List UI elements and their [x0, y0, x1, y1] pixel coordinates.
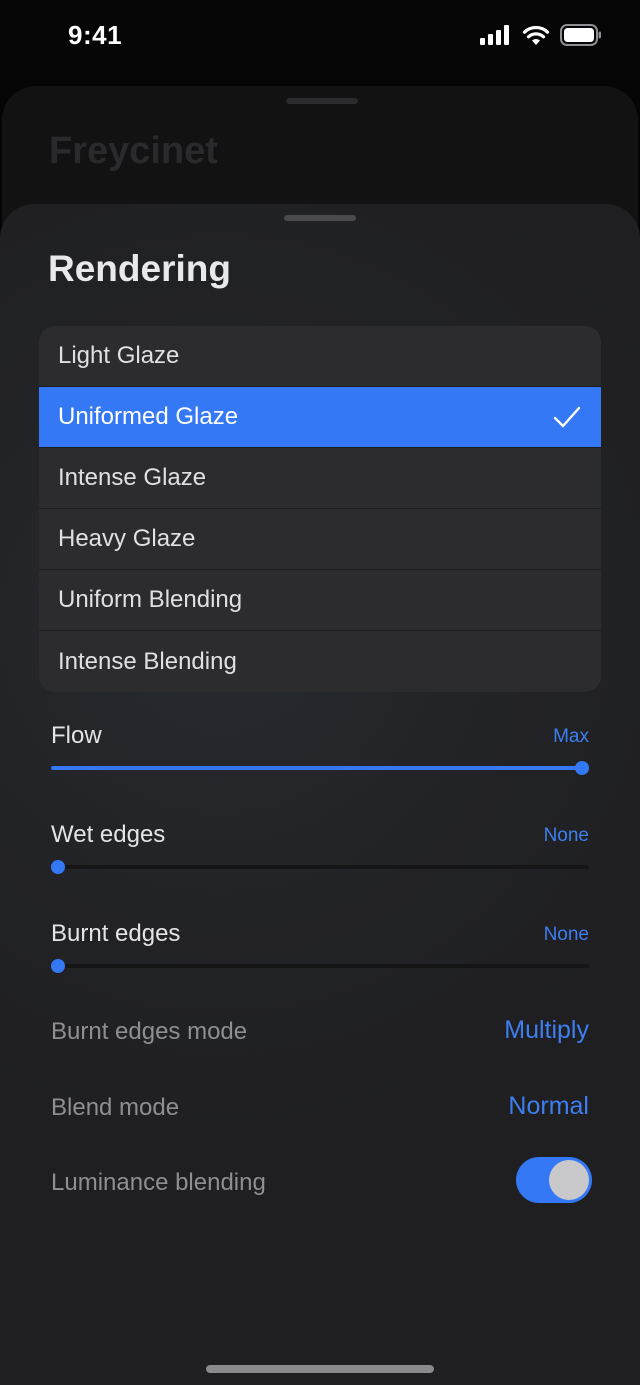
flow-slider-row: Flow Max — [51, 722, 589, 792]
wet-edges-value: None — [543, 825, 589, 846]
flow-slider[interactable] — [51, 761, 589, 775]
background-sheet-title: Freycinet — [49, 130, 218, 172]
option-label: Heavy Glaze — [58, 525, 196, 552]
flow-value: Max — [553, 726, 589, 747]
option-intense-blending[interactable]: Intense Blending — [39, 631, 601, 692]
wet-edges-label: Wet edges — [51, 821, 166, 848]
burnt-edges-mode-row[interactable]: Burnt edges mode Multiply — [51, 1014, 589, 1054]
burnt-edges-slider-row: Burnt edges None — [51, 920, 589, 990]
wet-edges-slider-thumb[interactable] — [51, 860, 65, 874]
luminance-blending-toggle[interactable] — [516, 1157, 592, 1203]
burnt-edges-label: Burnt edges — [51, 920, 181, 947]
flow-label: Flow — [51, 722, 102, 749]
option-light-glaze[interactable]: Light Glaze — [39, 326, 601, 387]
sheet-grabber[interactable] — [284, 215, 356, 221]
option-label: Uniformed Glaze — [58, 403, 239, 430]
burnt-edges-slider-thumb[interactable] — [51, 959, 65, 973]
flow-slider-fill — [51, 766, 582, 770]
blend-mode-row[interactable]: Blend mode Normal — [51, 1090, 589, 1130]
screen: 9:41 Freycinet Rendering Light Glaze Uni… — [0, 0, 640, 1385]
flow-slider-thumb[interactable] — [575, 761, 589, 775]
option-label: Intense Glaze — [58, 464, 207, 491]
status-time: 9:41 — [68, 20, 123, 50]
wet-edges-slider-row: Wet edges None — [51, 821, 589, 891]
wifi-icon — [522, 25, 550, 45]
sheet-title: Rendering — [48, 248, 231, 289]
home-indicator — [206, 1365, 434, 1373]
burnt-edges-value: None — [543, 924, 589, 945]
toggle-knob — [549, 1160, 589, 1200]
option-uniform-blending[interactable]: Uniform Blending — [39, 570, 601, 631]
rendering-options-list: Light Glaze Uniformed Glaze Intense Glaz… — [39, 326, 601, 692]
wet-edges-slider[interactable] — [51, 860, 589, 874]
option-label: Light Glaze — [58, 342, 180, 369]
option-intense-glaze[interactable]: Intense Glaze — [39, 448, 601, 509]
option-uniformed-glaze[interactable]: Uniformed Glaze — [39, 387, 601, 448]
burnt-edges-slider[interactable] — [51, 959, 589, 973]
cellular-signal-icon — [480, 25, 509, 45]
burnt-edges-mode-label: Burnt edges mode — [51, 1018, 248, 1045]
status-bar: 9:41 — [0, 0, 640, 76]
option-label: Intense Blending — [58, 647, 237, 675]
blend-mode-label: Blend mode — [51, 1094, 180, 1121]
battery-icon — [560, 24, 601, 46]
status-icons — [480, 24, 602, 46]
blend-mode-value[interactable]: Normal — [508, 1092, 589, 1121]
luminance-blending-row: Luminance blending — [51, 1157, 592, 1205]
rendering-sheet: Rendering Light Glaze Uniformed Glaze In… — [0, 204, 640, 1385]
option-label: Uniform Blending — [58, 586, 243, 613]
option-heavy-glaze[interactable]: Heavy Glaze — [39, 509, 601, 570]
checkmark-icon — [553, 406, 581, 428]
luminance-blending-label: Luminance blending — [51, 1169, 266, 1196]
burnt-edges-mode-value[interactable]: Multiply — [504, 1016, 589, 1045]
background-sheet-grabber — [286, 98, 358, 104]
